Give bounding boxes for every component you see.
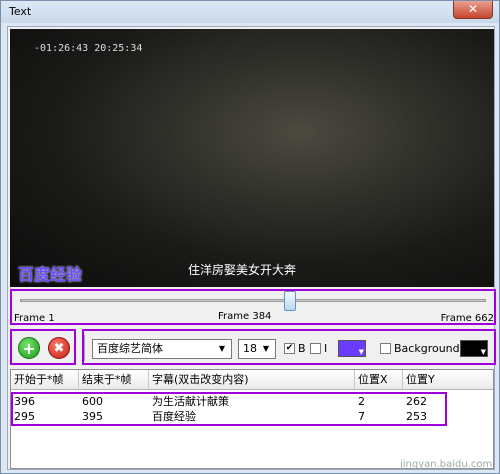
window-title: Text xyxy=(9,5,32,18)
frame-slider-thumb[interactable] xyxy=(284,291,296,311)
close-button[interactable]: ✕ xyxy=(453,1,493,19)
site-watermark: jingyan.baidu.com xyxy=(400,459,493,470)
font-select[interactable]: 百度综艺简体 ▼ xyxy=(92,339,232,359)
background-checkbox[interactable] xyxy=(380,343,391,354)
chevron-down-icon: ▼ xyxy=(480,348,486,356)
video-frame-image xyxy=(10,29,494,287)
frame-current-label: Frame 384 xyxy=(218,311,272,322)
title-bar[interactable]: Text ✕ xyxy=(1,1,499,23)
italic-checkbox[interactable] xyxy=(310,343,321,354)
column-header-posx[interactable]: 位置X xyxy=(355,370,403,390)
chevron-down-icon[interactable]: ▼ xyxy=(215,341,229,357)
video-timecode: -01:26:43 20:25:34 xyxy=(34,43,143,54)
add-delete-group: + ✖ xyxy=(10,329,76,365)
delete-icon[interactable]: ✖ xyxy=(48,337,70,359)
subtitle-table: 开始于*帧 结束于*帧 字幕(双击改变内容) 位置X 位置Y 396 600 为… xyxy=(10,369,494,469)
chevron-down-icon: ▼ xyxy=(358,348,364,356)
client-area: -01:26:43 20:25:34 百度经验 住洋房娶美女开大奔 Frame … xyxy=(7,26,496,470)
frame-end-label: Frame 662 xyxy=(440,313,494,324)
size-select[interactable]: 18 ▼ xyxy=(238,339,276,359)
size-select-value: 18 xyxy=(243,342,257,355)
chevron-down-icon[interactable]: ▼ xyxy=(259,341,273,357)
video-preview: -01:26:43 20:25:34 百度经验 住洋房娶美女开大奔 xyxy=(10,29,494,287)
column-header-start[interactable]: 开始于*帧 xyxy=(11,370,79,390)
frame-slider-panel: Frame 1 Frame 384 Frame 662 xyxy=(10,289,496,325)
frame-slider-track[interactable] xyxy=(20,299,486,302)
background-label: Background: xyxy=(394,342,464,355)
video-watermark: 百度经验 xyxy=(18,265,83,284)
font-toolbar: 百度综艺简体 ▼ 18 ▼ ✔ B I ▼ Background: ▼ xyxy=(82,329,496,365)
bold-checkbox[interactable]: ✔ xyxy=(284,343,295,354)
plus-icon[interactable]: + xyxy=(18,337,40,359)
text-color-picker[interactable]: ▼ xyxy=(338,340,366,357)
toolbar-divider xyxy=(84,335,85,361)
column-header-posy[interactable]: 位置Y xyxy=(403,370,493,390)
font-select-value: 百度综艺简体 xyxy=(97,342,163,355)
frame-start-label: Frame 1 xyxy=(14,313,55,324)
video-subtitle: 住洋房娶美女开大奔 xyxy=(188,263,297,277)
table-header: 开始于*帧 结束于*帧 字幕(双击改变内容) 位置X 位置Y xyxy=(11,370,493,390)
column-header-subtitle[interactable]: 字幕(双击改变内容) xyxy=(149,370,355,390)
column-header-end[interactable]: 结束于*帧 xyxy=(79,370,149,390)
background-color-picker[interactable]: ▼ xyxy=(460,340,488,357)
rows-highlight-box xyxy=(11,392,447,426)
italic-label: I xyxy=(324,342,328,355)
bold-label: B xyxy=(298,342,306,355)
text-window: Text ✕ -01:26:43 20:25:34 百度经验 住洋房娶美女开大奔… xyxy=(0,0,500,474)
